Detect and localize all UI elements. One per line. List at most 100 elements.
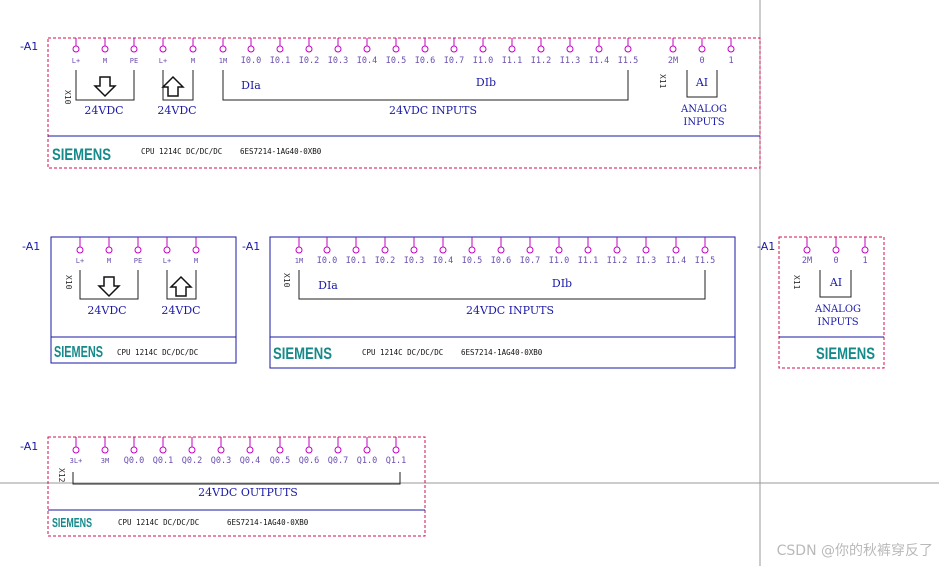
terminal-label: M xyxy=(107,257,111,265)
terminal[interactable]: Q1.0 xyxy=(357,437,377,466)
terminal-label: 2M xyxy=(668,56,678,66)
terminal[interactable]: I1.5 xyxy=(695,237,715,266)
module-analog-inputs[interactable]: -A1 2M 0 1 X11 AI ANALOG INPUTS SIEMENS xyxy=(757,236,885,369)
terminal[interactable]: I0.7 xyxy=(444,38,464,66)
siemens-logo: SIEMENS xyxy=(52,515,92,530)
terminal[interactable]: I0.6 xyxy=(491,237,511,266)
arrow-up-icon xyxy=(161,75,185,97)
terminal[interactable]: 2M xyxy=(668,38,678,66)
terminal[interactable]: I0.4 xyxy=(357,38,377,66)
terminal[interactable]: I0.5 xyxy=(386,38,406,66)
terminal[interactable]: Q0.6 xyxy=(299,437,319,466)
terminal[interactable]: I1.2 xyxy=(531,38,551,66)
analog-label-line2: INPUTS xyxy=(817,317,858,328)
terminal[interactable]: L+ xyxy=(72,38,80,65)
terminal[interactable]: L+ xyxy=(159,38,167,65)
terminal[interactable]: 1M xyxy=(219,38,227,65)
terminal-label: L+ xyxy=(72,57,80,65)
inputs-label: 24VDC INPUTS xyxy=(466,304,554,317)
terminal[interactable]: Q0.7 xyxy=(328,437,348,466)
terminal[interactable]: I0.4 xyxy=(433,237,453,266)
terminal-label: 1 xyxy=(862,256,867,266)
terminal[interactable]: I0.5 xyxy=(462,237,482,266)
arrow-up-icon xyxy=(169,275,193,297)
terminal-label: Q1.0 xyxy=(357,456,377,466)
terminal[interactable]: I0.7 xyxy=(520,237,540,266)
terminal[interactable]: I1.1 xyxy=(502,38,522,66)
terminal[interactable]: I1.3 xyxy=(636,237,656,266)
terminal[interactable]: 0 xyxy=(832,237,840,266)
terminal[interactable]: I0.1 xyxy=(346,237,366,266)
terminal[interactable]: M xyxy=(189,38,197,65)
terminal[interactable]: I1.5 xyxy=(618,38,638,66)
terminal-label: I0.5 xyxy=(462,256,482,266)
terminal[interactable]: I1.0 xyxy=(549,237,569,266)
terminal[interactable]: Q1.1 xyxy=(386,437,406,466)
terminal-label: Q0.0 xyxy=(124,456,144,466)
terminal[interactable]: Q0.2 xyxy=(182,437,202,466)
analog-label-line2: INPUTS xyxy=(683,117,724,128)
module-full-cpu[interactable]: -A1 L+ M PE L+ M 1M I0.0 I0.1 I0.2 I0.3 … xyxy=(20,37,761,169)
terminal-label: I0.4 xyxy=(433,256,453,266)
siemens-logo: SIEMENS xyxy=(273,344,332,363)
diagram-canvas: -A1 L+ M PE L+ M 1M I0.0 I0.1 I0.2 I0.3 … xyxy=(0,0,939,566)
terminal[interactable]: 1 xyxy=(861,237,869,266)
terminal[interactable]: I1.0 xyxy=(473,38,493,66)
terminal[interactable]: PE xyxy=(134,237,142,265)
terminal[interactable]: Q0.3 xyxy=(211,437,231,466)
terminal-label: M xyxy=(103,57,107,65)
terminal-label: I1.0 xyxy=(549,256,569,266)
terminal[interactable]: I0.6 xyxy=(415,38,435,66)
arrow-down-icon xyxy=(93,76,117,98)
terminal[interactable]: I1.4 xyxy=(666,237,686,266)
module-ref-label: -A1 xyxy=(20,440,38,453)
module-power[interactable]: -A1 L+ M PE L+ M X10 24VDC 24VDC SIEMENS… xyxy=(22,236,237,364)
terminal[interactable]: Q0.5 xyxy=(270,437,290,466)
terminal[interactable]: Q0.1 xyxy=(153,437,173,466)
terminal[interactable]: I1.3 xyxy=(560,38,580,66)
terminal[interactable]: M xyxy=(105,237,113,265)
cpu-model-label: CPU 1214C DC/DC/DC xyxy=(362,348,443,357)
terminal[interactable]: I1.2 xyxy=(607,237,627,266)
power-out-label: 24VDC xyxy=(87,304,126,317)
terminal[interactable]: L+ xyxy=(76,237,84,265)
arrow-down-icon xyxy=(97,276,121,298)
connector-id-x11: X11 xyxy=(792,275,801,290)
terminal-label: I0.6 xyxy=(415,56,435,66)
terminal-label: I0.5 xyxy=(386,56,406,66)
terminal[interactable]: 0 xyxy=(698,38,706,66)
terminal[interactable]: 3L+ xyxy=(70,437,83,465)
part-number-label: 6ES7214-1AG40-0XB0 xyxy=(227,518,309,527)
terminal[interactable]: 3M xyxy=(101,437,109,465)
digital-input-bracket xyxy=(298,270,706,300)
terminal[interactable]: 1 xyxy=(727,38,735,66)
terminal-label: I0.2 xyxy=(375,256,395,266)
terminal[interactable]: M xyxy=(101,38,109,65)
module-digital-inputs[interactable]: -A1 1M I0.0 I0.1 I0.2 I0.3 I0.4 I0.5 I0.… xyxy=(242,236,736,369)
terminal[interactable]: I0.2 xyxy=(299,38,319,66)
terminal[interactable]: M xyxy=(192,237,200,265)
terminal-label: I0.0 xyxy=(317,256,337,266)
terminal[interactable]: I1.1 xyxy=(578,237,598,266)
terminal[interactable]: I0.1 xyxy=(270,38,290,66)
terminal[interactable]: 2M xyxy=(802,237,812,266)
connector-id-x10: X10 xyxy=(64,275,73,290)
terminal[interactable]: PE xyxy=(130,38,138,65)
terminal[interactable]: 1M xyxy=(295,237,303,265)
terminal[interactable]: I0.3 xyxy=(404,237,424,266)
terminal[interactable]: L+ xyxy=(163,237,171,265)
terminal[interactable]: Q0.0 xyxy=(124,437,144,466)
terminal[interactable]: I0.2 xyxy=(375,237,395,266)
terminal-label: 2M xyxy=(802,256,812,266)
terminal[interactable]: I0.0 xyxy=(317,237,337,266)
terminal-label: L+ xyxy=(159,57,167,65)
terminal-label: 3L+ xyxy=(70,457,83,465)
terminal-label: M xyxy=(191,57,195,65)
terminal[interactable]: I0.3 xyxy=(328,38,348,66)
module-digital-outputs[interactable]: -A1 3L+ 3M Q0.0 Q0.1 Q0.2 Q0.3 Q0.4 Q0.5… xyxy=(20,436,426,537)
terminal[interactable]: I1.4 xyxy=(589,38,609,66)
part-number-label: 6ES7214-1AG40-0XB0 xyxy=(461,348,543,357)
terminal[interactable]: Q0.4 xyxy=(240,437,260,466)
terminal-label: I1.0 xyxy=(473,56,493,66)
terminal[interactable]: I0.0 xyxy=(241,38,261,66)
